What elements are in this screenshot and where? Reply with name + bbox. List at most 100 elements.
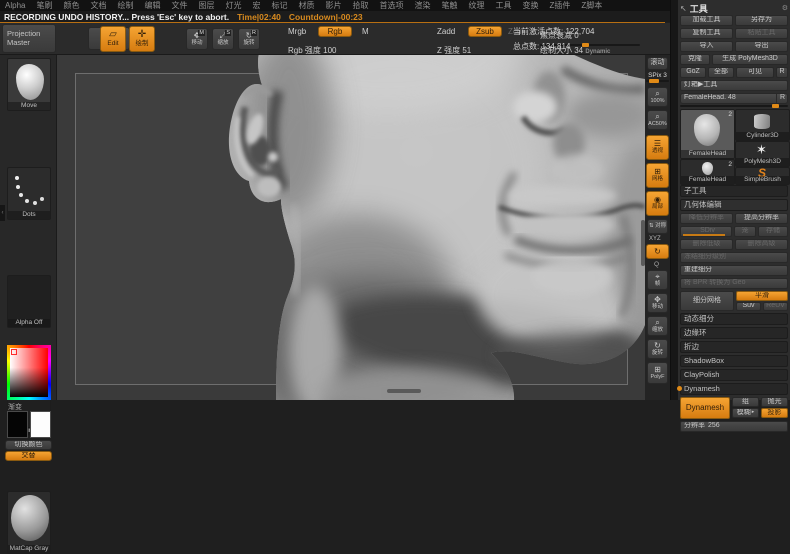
spin-button[interactable]: ↻ (646, 244, 669, 259)
zadd-toggle[interactable]: Zadd (437, 27, 455, 36)
scale-view-button[interactable]: ⌕缩放 (647, 316, 668, 336)
current-material-matcap-gray[interactable]: MatCap Gray (7, 491, 51, 554)
menu-transform[interactable]: 变换 (522, 0, 538, 11)
dynamic-subdiv-section-header[interactable]: 动态细分 (680, 313, 788, 325)
switch-color-button[interactable]: 切换颜色 (5, 440, 52, 450)
zoom-actual-button[interactable]: ⌕100% (647, 87, 668, 107)
zsub-toggle[interactable]: Zsub (468, 26, 502, 37)
sculpt-model-female-head[interactable] (57, 55, 645, 400)
tool-thumb-simplebrush[interactable]: S SimpleBrush (735, 167, 790, 185)
menu-document[interactable]: 文档 (90, 0, 106, 11)
projection-master-button[interactable]: Projection Master (2, 24, 56, 53)
current-alpha-off[interactable]: Alpha Off (7, 275, 51, 328)
clone-button[interactable]: 克隆 (680, 54, 710, 65)
higher-res-button[interactable]: 提高分辨率 (735, 213, 788, 224)
current-stroke-dots[interactable]: Dots (7, 167, 51, 220)
dynamesh-polish-toggle[interactable]: 抛光 (761, 397, 788, 407)
menu-edit[interactable]: 编辑 (144, 0, 160, 11)
tool-thumb-femalehead-active[interactable]: 2 FemaleHead (680, 109, 735, 159)
draw-button[interactable]: ✛ 绘制 (129, 26, 155, 52)
alt-color-button[interactable]: 交替 (5, 451, 52, 461)
current-brush-move[interactable]: Move (7, 58, 51, 111)
color-picker[interactable] (7, 345, 51, 400)
make-polymesh3d-button[interactable]: 生成 PolyMesh3D (712, 54, 788, 65)
menu-macro[interactable]: 宏 (252, 0, 260, 11)
menu-preferences[interactable]: 首选项 (379, 0, 403, 11)
shadowbox-section-header[interactable]: ShadowBox (680, 355, 788, 367)
rotate-view-button[interactable]: ↻旋转 (647, 339, 668, 359)
tool-thumb-cylinder3d[interactable]: Cylinder3D (735, 109, 790, 141)
gyro-scale-button[interactable]: S ⤢ 缩放 (212, 28, 234, 50)
active-tool-r-button[interactable]: R (776, 94, 785, 102)
tool-palette-header[interactable]: ↖ 工具 ⚙ (680, 2, 788, 15)
menu-material[interactable]: 材质 (298, 0, 314, 11)
export-button[interactable]: 导出 (735, 41, 788, 52)
menu-zplugin[interactable]: Z插件 (549, 0, 570, 11)
copy-tool-button[interactable]: 复制工具 (680, 28, 733, 39)
menu-file[interactable]: 文件 (171, 0, 187, 11)
gyro-move-button[interactable]: M ✥ 移动 (186, 28, 208, 50)
rgb-toggle[interactable]: Rgb (318, 26, 352, 37)
m-toggle[interactable]: M (362, 27, 369, 36)
tool-thumb-polymesh3d[interactable]: ✶ PolyMesh3D (735, 141, 790, 167)
subtool-section-header[interactable]: 子工具 (680, 185, 788, 197)
menu-stroke[interactable]: 笔触 (441, 0, 457, 11)
dynamesh-resolution-slider[interactable]: 分辨率256 (680, 421, 788, 432)
dynamesh-project-toggle[interactable]: 投影 (761, 408, 788, 418)
menu-brush[interactable]: 笔刷 (36, 0, 52, 11)
import-button[interactable]: 导入 (680, 41, 733, 52)
active-tool-slider[interactable]: FemaleHead. 48 R (680, 93, 788, 107)
divide-button[interactable]: 细分网格 (680, 291, 734, 311)
menu-texture[interactable]: 纹理 (468, 0, 484, 11)
goz-button[interactable]: GoZ (680, 67, 706, 78)
reconstruct-subdiv-button[interactable]: 重建细分 (680, 265, 788, 276)
edit-button[interactable]: ▱ Edit (100, 26, 126, 52)
q-label[interactable]: Q (654, 261, 659, 268)
goz-r-button[interactable]: R (776, 67, 788, 78)
gyro-rotate-button[interactable]: R ↻ 旋转 (238, 28, 260, 50)
lsym-button[interactable]: ⇅ 对称 (647, 219, 668, 234)
document-canvas[interactable] (57, 55, 645, 400)
left-tray-handle[interactable]: ‹ (0, 205, 5, 221)
perspective-button[interactable]: ☰透视 (646, 135, 669, 160)
local-pivot-button[interactable]: ◉局部 (646, 191, 669, 216)
secondary-color-swatch[interactable] (30, 411, 51, 438)
palette-gear-icon[interactable]: ⚙ (782, 5, 788, 12)
geometry-section-header[interactable]: 几何体编辑 (680, 199, 788, 211)
edgeloop-section-header[interactable]: 边缘环 (680, 327, 788, 339)
dynamesh-button[interactable]: Dynamesh (680, 397, 730, 419)
dynamesh-groups-toggle[interactable]: 组 (732, 397, 759, 407)
suv-toggle[interactable]: Suv (736, 302, 761, 311)
menu-render[interactable]: 渲染 (414, 0, 430, 11)
rgb-intensity-slider[interactable]: Rgb 强度 100 (288, 40, 423, 52)
floor-grid-button[interactable]: ⊞网格 (646, 163, 669, 188)
main-color-swatch[interactable] (7, 411, 28, 438)
goz-all-button[interactable]: 全部 (708, 67, 734, 78)
load-tool-button[interactable]: 加载工具 (680, 15, 733, 26)
dynamesh-blur-slider[interactable]: 模糊▸ (732, 408, 759, 418)
menu-layer[interactable]: 图层 (198, 0, 214, 11)
save-as-button[interactable]: 另存为 (735, 15, 788, 26)
menu-light[interactable]: 灯光 (225, 0, 241, 11)
scroll-button[interactable]: 滚动 (647, 57, 668, 70)
menu-zscript[interactable]: Z脚本 (581, 0, 602, 11)
canvas-hscrollbar[interactable] (387, 389, 421, 393)
menu-movie[interactable]: 影片 (325, 0, 341, 11)
mrgb-toggle[interactable]: Mrgb (288, 27, 306, 36)
lightbox-tool-button[interactable]: 灯箱▶工具 (680, 80, 788, 91)
spix-slider[interactable]: SPix 3 (646, 72, 669, 82)
move-view-button[interactable]: ✥移动 (647, 293, 668, 313)
menu-draw[interactable]: 绘制 (117, 0, 133, 11)
dynamesh-section-header[interactable]: Dynamesh (680, 383, 788, 395)
tool-thumb-femalehead-2[interactable]: 2 FemaleHead (680, 159, 735, 185)
right-tray-divider[interactable] (670, 0, 678, 400)
goz-visible-button[interactable]: 可见 (736, 67, 774, 78)
menu-alpha[interactable]: Alpha (5, 1, 25, 10)
menu-tool[interactable]: 工具 (495, 0, 511, 11)
menu-color[interactable]: 颜色 (63, 0, 79, 11)
xyz-axis-label[interactable]: XYZ (649, 236, 661, 242)
menu-marker[interactable]: 标记 (271, 0, 287, 11)
crease-section-header[interactable]: 折边 (680, 341, 788, 353)
frame-button[interactable]: ⌖帧 (647, 270, 668, 290)
aa-half-button[interactable]: ⌕AC50% (647, 110, 668, 130)
